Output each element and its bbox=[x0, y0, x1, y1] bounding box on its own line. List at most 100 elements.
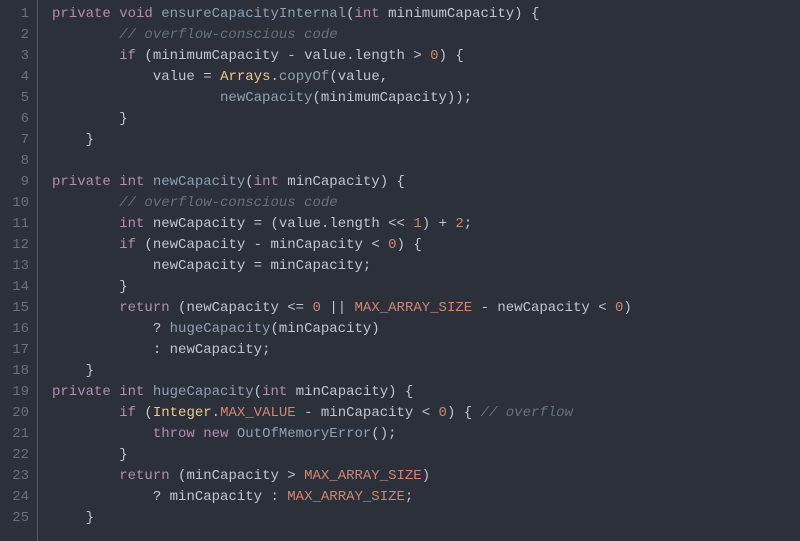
token-p bbox=[144, 216, 152, 232]
token-p bbox=[212, 69, 220, 85]
code-area[interactable]: private void ensureCapacityInternal(int … bbox=[38, 0, 632, 541]
token-op: || bbox=[329, 300, 346, 316]
line-number: 12 bbox=[8, 235, 29, 256]
code-line[interactable]: : newCapacity; bbox=[52, 340, 632, 361]
token-k: private bbox=[52, 174, 111, 190]
token-p: ) { bbox=[397, 237, 422, 253]
token-fn: hugeCapacity bbox=[170, 321, 271, 337]
token-cls: Arrays bbox=[220, 69, 270, 85]
line-number: 11 bbox=[8, 214, 29, 235]
code-line[interactable] bbox=[52, 151, 632, 172]
code-line[interactable]: } bbox=[52, 361, 632, 382]
token-p bbox=[111, 6, 119, 22]
token-id: value bbox=[279, 216, 321, 232]
token-op: = bbox=[203, 69, 211, 85]
token-p: ; bbox=[464, 216, 472, 232]
token-p bbox=[245, 237, 253, 253]
code-line[interactable]: if (Integer.MAX_VALUE - minCapacity < 0)… bbox=[52, 403, 632, 424]
token-id: minimumCapacity bbox=[321, 90, 447, 106]
code-line[interactable]: // overflow-conscious code bbox=[52, 193, 632, 214]
code-line[interactable]: } bbox=[52, 109, 632, 130]
token-p bbox=[52, 237, 119, 253]
token-id: value bbox=[153, 69, 195, 85]
token-p: ) { bbox=[388, 384, 413, 400]
token-p bbox=[590, 300, 598, 316]
line-number: 6 bbox=[8, 109, 29, 130]
token-op: = bbox=[254, 216, 262, 232]
code-line[interactable]: if (minimumCapacity - value.length > 0) … bbox=[52, 46, 632, 67]
code-line[interactable]: return (minCapacity > MAX_ARRAY_SIZE) bbox=[52, 466, 632, 487]
token-id: minCapacity bbox=[296, 384, 388, 400]
token-p: . bbox=[346, 48, 354, 64]
token-p bbox=[111, 384, 119, 400]
code-line[interactable]: newCapacity(minimumCapacity)); bbox=[52, 88, 632, 109]
token-op: << bbox=[388, 216, 405, 232]
token-t: void bbox=[119, 6, 153, 22]
code-line[interactable]: private void ensureCapacityInternal(int … bbox=[52, 4, 632, 25]
code-line[interactable]: newCapacity = minCapacity; bbox=[52, 256, 632, 277]
code-editor[interactable]: 1234567891011121314151617181920212223242… bbox=[0, 0, 800, 541]
code-line[interactable]: } bbox=[52, 445, 632, 466]
token-p bbox=[52, 300, 119, 316]
token-op: : bbox=[270, 489, 278, 505]
token-p bbox=[380, 237, 388, 253]
code-line[interactable]: value = Arrays.copyOf(value, bbox=[52, 67, 632, 88]
token-p: ) { bbox=[439, 48, 464, 64]
token-con: MAX_ARRAY_SIZE bbox=[355, 300, 473, 316]
code-line[interactable]: ? minCapacity : MAX_ARRAY_SIZE; bbox=[52, 487, 632, 508]
token-p bbox=[287, 384, 295, 400]
line-number: 25 bbox=[8, 508, 29, 529]
code-line[interactable]: int newCapacity = (value.length << 1) + … bbox=[52, 214, 632, 235]
token-p: ) bbox=[422, 216, 439, 232]
token-id: newCapacity bbox=[153, 258, 245, 274]
line-number: 24 bbox=[8, 487, 29, 508]
token-p: ; bbox=[262, 342, 270, 358]
token-p: ) { bbox=[514, 6, 539, 22]
token-fn: copyOf bbox=[279, 69, 329, 85]
token-p: ) { bbox=[447, 405, 481, 421]
token-id: minCapacity bbox=[287, 174, 379, 190]
token-p: ( bbox=[170, 468, 187, 484]
token-op: = bbox=[254, 258, 262, 274]
line-number: 17 bbox=[8, 340, 29, 361]
token-p: ( bbox=[136, 405, 153, 421]
token-op: - bbox=[481, 300, 489, 316]
line-number: 2 bbox=[8, 25, 29, 46]
line-number: 13 bbox=[8, 256, 29, 277]
code-line[interactable]: private int hugeCapacity(int minCapacity… bbox=[52, 382, 632, 403]
token-id: value bbox=[338, 69, 380, 85]
token-op: ? bbox=[153, 489, 161, 505]
token-op: > bbox=[287, 468, 295, 484]
token-p bbox=[296, 405, 304, 421]
code-line[interactable]: } bbox=[52, 130, 632, 151]
token-id: newCapacity bbox=[153, 216, 245, 232]
token-p bbox=[52, 195, 119, 211]
code-line[interactable]: ? hugeCapacity(minCapacity) bbox=[52, 319, 632, 340]
code-line[interactable]: private int newCapacity(int minCapacity)… bbox=[52, 172, 632, 193]
token-id: minCapacity bbox=[270, 237, 362, 253]
token-p bbox=[161, 489, 169, 505]
token-cm: // overflow-conscious code bbox=[119, 195, 337, 211]
token-p: } bbox=[52, 447, 128, 463]
token-p: ( bbox=[136, 48, 153, 64]
token-p: ( bbox=[254, 384, 262, 400]
token-k: if bbox=[119, 48, 136, 64]
token-p: } bbox=[52, 111, 128, 127]
token-t: int bbox=[119, 174, 144, 190]
token-p: ; bbox=[363, 258, 371, 274]
token-p: ) bbox=[422, 468, 430, 484]
token-fn: newCapacity bbox=[153, 174, 245, 190]
token-p bbox=[296, 48, 304, 64]
code-line[interactable]: } bbox=[52, 508, 632, 529]
code-line[interactable]: if (newCapacity - minCapacity < 0) { bbox=[52, 235, 632, 256]
code-line[interactable]: return (newCapacity <= 0 || MAX_ARRAY_SI… bbox=[52, 298, 632, 319]
token-p: ( bbox=[170, 300, 187, 316]
token-p bbox=[52, 342, 153, 358]
code-line[interactable]: // overflow-conscious code bbox=[52, 25, 632, 46]
code-line[interactable]: } bbox=[52, 277, 632, 298]
line-number-gutter: 1234567891011121314151617181920212223242… bbox=[0, 0, 38, 541]
token-p: } bbox=[52, 510, 94, 526]
code-line[interactable]: throw new OutOfMemoryError(); bbox=[52, 424, 632, 445]
token-k: private bbox=[52, 6, 111, 22]
token-k: private bbox=[52, 384, 111, 400]
